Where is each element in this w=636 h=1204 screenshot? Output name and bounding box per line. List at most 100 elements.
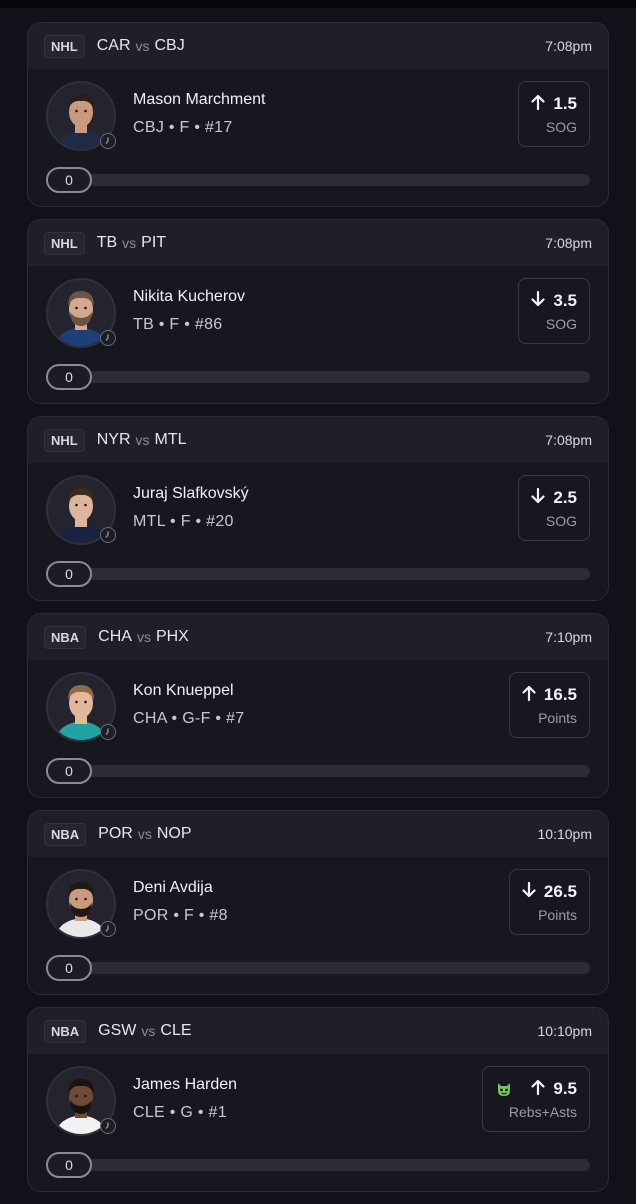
- stat-label: Rebs+Asts: [508, 1103, 577, 1120]
- league-badge: NHL: [44, 34, 85, 58]
- game-time: 7:10pm: [545, 629, 592, 645]
- avatar[interactable]: [46, 1066, 116, 1136]
- progress-track: [66, 174, 590, 186]
- player-name[interactable]: Deni Avdija: [133, 879, 213, 897]
- league-badge: NBA: [44, 625, 87, 649]
- pick-button[interactable]: 2.5 SOG: [518, 475, 590, 541]
- demon-icon: [495, 1080, 521, 1098]
- progress-bar: 0: [46, 758, 590, 784]
- progress-count: 0: [46, 561, 92, 587]
- arrow-up-icon: [531, 94, 553, 115]
- away-team: NOP: [156, 825, 192, 842]
- progress-track: [66, 371, 590, 383]
- progress-count: 0: [46, 167, 92, 193]
- progress-track: [66, 568, 590, 580]
- avatar[interactable]: [46, 278, 116, 348]
- avatar[interactable]: [46, 672, 116, 742]
- away-team: CBJ: [154, 37, 185, 54]
- player-info: CHA • G-F • #7: [133, 710, 245, 727]
- home-team: CHA: [98, 628, 132, 645]
- stat-label: Points: [538, 709, 577, 726]
- progress-track: [66, 962, 590, 974]
- matchup: GSW vs CLE: [98, 1022, 191, 1040]
- arrow-down-icon: [522, 881, 544, 903]
- player-info: CBJ • F • #17: [133, 119, 233, 136]
- pick-card-6[interactable]: NBA GSW vs CLE 10:10pm James Harden CLE …: [27, 1007, 609, 1192]
- game-time: 10:10pm: [537, 1023, 592, 1039]
- vs-label: vs: [122, 235, 137, 251]
- home-team: CAR: [96, 37, 131, 54]
- home-team: NYR: [96, 431, 131, 448]
- progress-count: 0: [46, 1152, 92, 1178]
- card-header: NHL NYR vs MTL 7:08pm: [28, 417, 608, 463]
- card-header: NBA CHA vs PHX 7:10pm: [28, 614, 608, 660]
- clock-icon: [100, 527, 116, 543]
- vs-label: vs: [137, 826, 152, 842]
- progress-bar: 0: [46, 955, 590, 981]
- player-info: CLE • G • #1: [133, 1104, 227, 1121]
- pick-card-2[interactable]: NHL TB vs PIT 7:08pm Nikita Kucherov TB …: [27, 219, 609, 404]
- stat-label: SOG: [545, 512, 577, 529]
- progress-bar: 0: [46, 167, 590, 193]
- vs-label: vs: [136, 629, 151, 645]
- pick-button[interactable]: 16.5 Points: [508, 672, 590, 738]
- player-name[interactable]: James Harden: [133, 1076, 237, 1094]
- line-value: 9.5: [553, 1079, 577, 1098]
- pick-line: 3.5: [531, 290, 577, 312]
- stat-label: Points: [538, 906, 577, 923]
- clock-icon: [100, 330, 116, 346]
- clock-icon: [100, 133, 116, 149]
- away-team: PHX: [155, 628, 189, 645]
- matchup: POR vs NOP: [98, 825, 191, 843]
- player-name[interactable]: Juraj Slafkovský: [133, 485, 249, 503]
- stat-label: SOG: [545, 118, 577, 135]
- avatar[interactable]: [46, 869, 116, 939]
- away-team: MTL: [154, 431, 187, 448]
- away-team: PIT: [141, 234, 167, 251]
- line-value: 2.5: [553, 488, 577, 507]
- progress-track: [66, 765, 590, 777]
- vs-label: vs: [141, 1023, 156, 1039]
- line-value: 1.5: [553, 94, 577, 113]
- progress-bar: 0: [46, 561, 590, 587]
- player-info: MTL • F • #20: [133, 513, 234, 530]
- arrow-up-icon: [531, 1079, 553, 1100]
- matchup: CAR vs CBJ: [97, 37, 185, 55]
- player-name[interactable]: Kon Knueppel: [133, 682, 234, 700]
- game-time: 10:10pm: [537, 826, 592, 842]
- pick-line: 2.5: [531, 487, 577, 509]
- league-badge: NBA: [44, 822, 87, 846]
- pick-button[interactable]: 3.5 SOG: [518, 278, 590, 344]
- card-header: NHL CAR vs CBJ 7:08pm: [28, 23, 608, 69]
- pick-card-4[interactable]: NBA CHA vs PHX 7:10pm Kon Knueppel CHA •…: [27, 613, 609, 798]
- pick-line: 1.5: [531, 94, 577, 115]
- player-name[interactable]: Mason Marchment: [133, 91, 266, 109]
- vs-label: vs: [135, 432, 150, 448]
- line-value: 16.5: [543, 685, 577, 704]
- avatar[interactable]: [46, 81, 116, 151]
- vs-label: vs: [135, 38, 150, 54]
- player-info: POR • F • #8: [133, 907, 228, 924]
- progress-count: 0: [46, 758, 92, 784]
- card-header: NBA GSW vs CLE 10:10pm: [28, 1008, 608, 1054]
- home-team: GSW: [98, 1022, 137, 1039]
- pick-card-1[interactable]: NHL CAR vs CBJ 7:08pm Mason Marchment CB…: [27, 22, 609, 207]
- pick-card-5[interactable]: NBA POR vs NOP 10:10pm Deni Avdija POR •…: [27, 810, 609, 995]
- pick-card-3[interactable]: NHL NYR vs MTL 7:08pm Juraj Slafkovský M…: [27, 416, 609, 601]
- pick-button[interactable]: 9.5 Rebs+Asts: [482, 1066, 590, 1132]
- game-time: 7:08pm: [545, 235, 592, 251]
- player-name[interactable]: Nikita Kucherov: [133, 288, 245, 306]
- card-header: NBA POR vs NOP 10:10pm: [28, 811, 608, 857]
- pick-button[interactable]: 1.5 SOG: [518, 81, 590, 147]
- pick-button[interactable]: 26.5 Points: [508, 869, 590, 935]
- arrow-down-icon: [531, 290, 553, 312]
- line-value: 26.5: [543, 882, 577, 901]
- avatar[interactable]: [46, 475, 116, 545]
- pick-feed: NHL CAR vs CBJ 7:08pm Mason Marchment CB…: [27, 22, 609, 1204]
- league-badge: NHL: [44, 231, 85, 255]
- stat-label: SOG: [545, 315, 577, 332]
- league-badge: NHL: [44, 428, 85, 452]
- progress-bar: 0: [46, 1152, 590, 1178]
- arrow-down-icon: [531, 487, 553, 509]
- pick-line: 9.5: [495, 1079, 577, 1100]
